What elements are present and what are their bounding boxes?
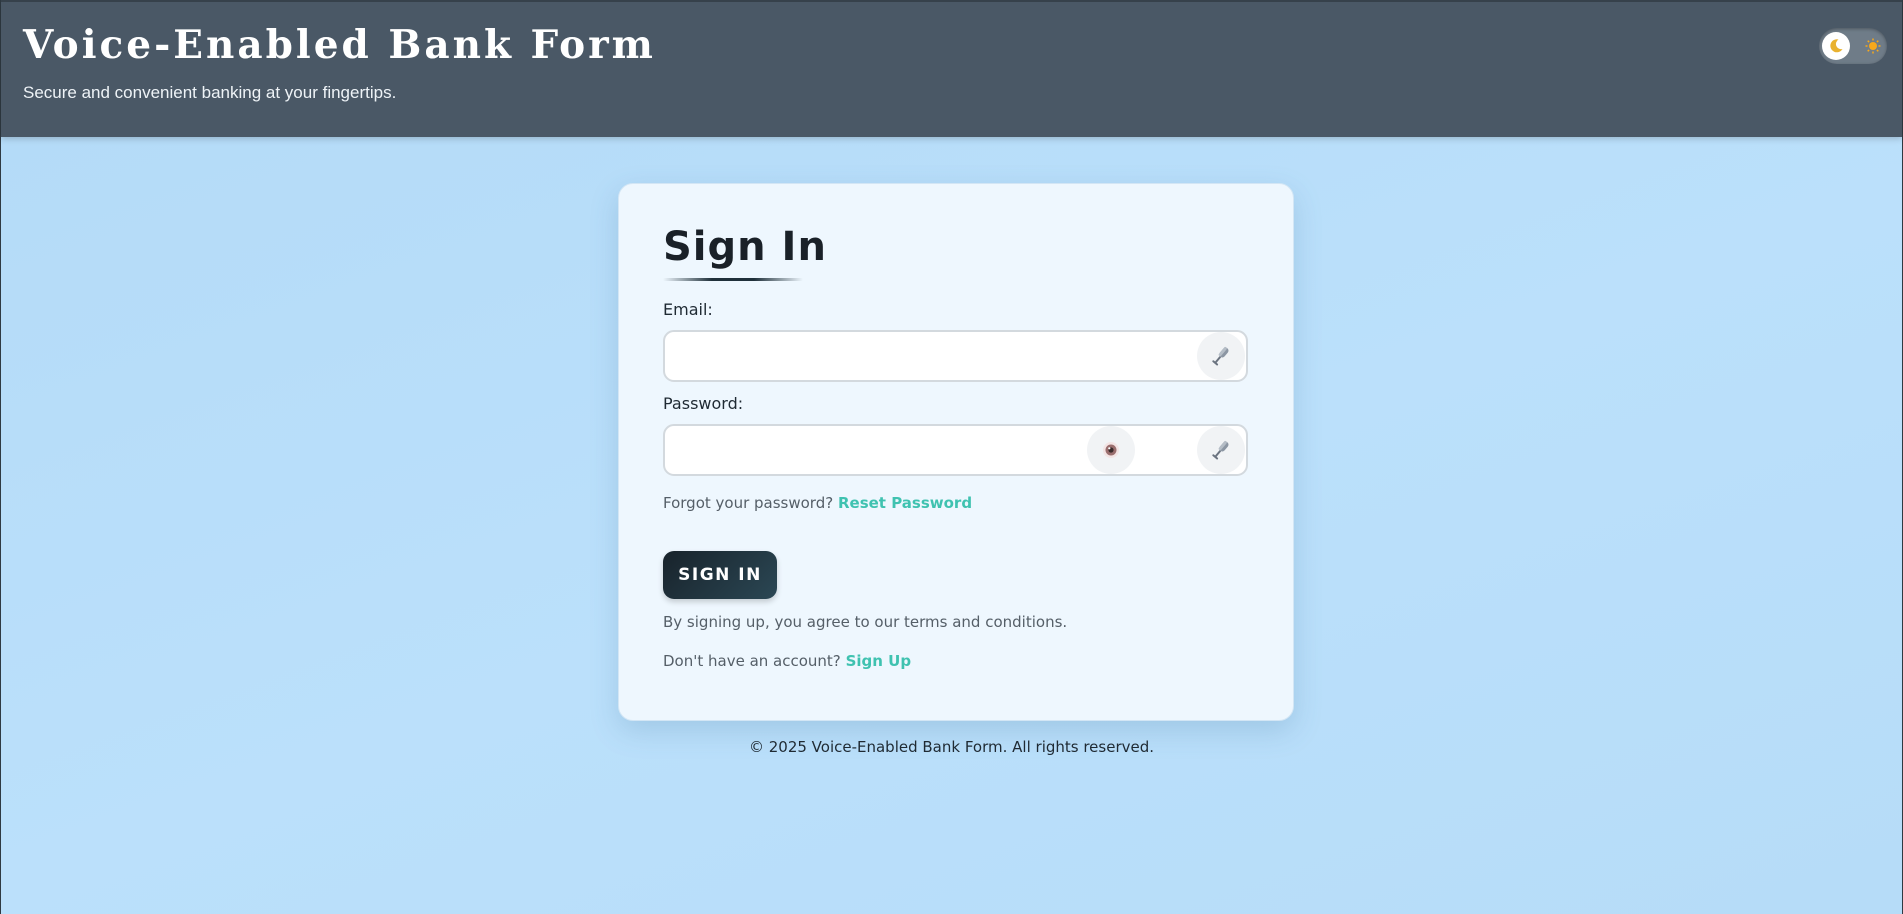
site-header: Voice-Enabled Bank Form Secure and conve… — [1, 0, 1902, 137]
card-title: Sign In — [663, 224, 827, 270]
email-field-wrapper — [663, 330, 1248, 382]
email-label: Email: — [663, 300, 713, 319]
microphone-icon — [1212, 441, 1229, 460]
theme-toggle[interactable] — [1819, 28, 1887, 64]
password-field-wrapper — [663, 424, 1248, 476]
email-input[interactable] — [677, 340, 1097, 372]
sign-in-button[interactable]: SIGN IN — [663, 551, 777, 599]
password-input[interactable] — [677, 434, 1097, 466]
sign-up-link[interactable]: Sign Up — [846, 652, 912, 670]
forgot-password-text: Forgot your password? — [663, 494, 834, 512]
eye-icon — [1103, 442, 1119, 458]
sign-in-card: Sign In Email: Password: Forgot your pas… — [618, 183, 1294, 721]
password-mic-button[interactable] — [1197, 426, 1245, 474]
site-subtitle: Secure and convenient banking at your fi… — [23, 83, 397, 102]
forgot-password-line: Forgot your password? Reset Password — [663, 494, 972, 512]
terms-text: By signing up, you agree to our terms an… — [663, 613, 1068, 631]
password-label: Password: — [663, 394, 744, 413]
sun-icon — [1863, 36, 1883, 56]
site-title: Voice-Enabled Bank Form — [23, 22, 656, 68]
reset-password-link[interactable]: Reset Password — [838, 494, 972, 512]
microphone-icon — [1212, 347, 1229, 366]
show-password-button[interactable] — [1087, 426, 1135, 474]
title-underline — [663, 278, 803, 281]
moon-icon — [1822, 32, 1850, 60]
no-account-text: Don't have an account? — [663, 652, 841, 670]
email-mic-button[interactable] — [1197, 332, 1245, 380]
page-footer: © 2025 Voice-Enabled Bank Form. All righ… — [748, 738, 1155, 756]
signup-line: Don't have an account? Sign Up — [663, 652, 911, 670]
